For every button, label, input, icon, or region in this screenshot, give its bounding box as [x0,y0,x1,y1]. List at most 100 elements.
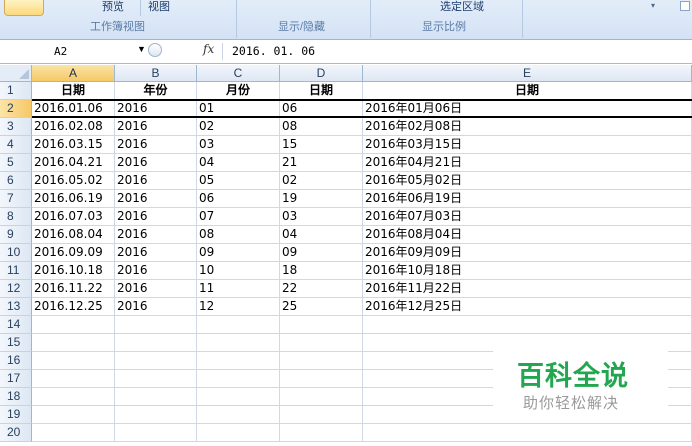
cancel-circle-icon[interactable] [148,43,162,57]
cell-c19[interactable] [197,406,280,424]
row-header-6[interactable]: 6 [0,172,32,190]
row-header-9[interactable]: 9 [0,226,32,244]
cell-a11[interactable]: 2016.10.18 [32,262,115,280]
cell-a17[interactable] [32,370,115,388]
column-header-b[interactable]: B [115,65,197,82]
cell-a3[interactable]: 2016.02.08 [32,118,115,136]
cell-a15[interactable] [32,334,115,352]
cell-d20[interactable] [280,424,363,442]
column-header-e[interactable]: E [363,65,692,82]
cell-a14[interactable] [32,316,115,334]
cell-a18[interactable] [32,388,115,406]
cell-a6[interactable]: 2016.05.02 [32,172,115,190]
cell-a8[interactable]: 2016.07.03 [32,208,115,226]
cell-d1[interactable]: 日期 [280,82,363,100]
cell-b12[interactable]: 2016 [115,280,197,298]
row-header-13[interactable]: 13 [0,298,32,316]
cell-d6[interactable]: 02 [280,172,363,190]
cell-c13[interactable]: 12 [197,298,280,316]
cell-c9[interactable]: 08 [197,226,280,244]
cell-a4[interactable]: 2016.03.15 [32,136,115,154]
column-header-c[interactable]: C [197,65,280,82]
chevron-down-icon[interactable]: ▾ [651,1,655,10]
cell-e4[interactable]: 2016年03月15日 [363,136,692,154]
chevron-down-icon[interactable]: ▼ [137,44,146,54]
cell-b3[interactable]: 2016 [115,118,197,136]
cell-d8[interactable]: 03 [280,208,363,226]
cell-e12[interactable]: 2016年11月22日 [363,280,692,298]
cell-d5[interactable]: 21 [280,154,363,172]
cell-b18[interactable] [115,388,197,406]
cell-c10[interactable]: 09 [197,244,280,262]
ribbon-label-preview[interactable]: 预览 [102,0,124,14]
row-header-7[interactable]: 7 [0,190,32,208]
cell-c17[interactable] [197,370,280,388]
cell-c12[interactable]: 11 [197,280,280,298]
cell-b9[interactable]: 2016 [115,226,197,244]
cell-a12[interactable]: 2016.11.22 [32,280,115,298]
cell-d18[interactable] [280,388,363,406]
cell-d11[interactable]: 18 [280,262,363,280]
cell-b6[interactable]: 2016 [115,172,197,190]
cell-c16[interactable] [197,352,280,370]
cell-c15[interactable] [197,334,280,352]
cell-b16[interactable] [115,352,197,370]
cell-b5[interactable]: 2016 [115,154,197,172]
cell-e10[interactable]: 2016年09月09日 [363,244,692,262]
row-header-3[interactable]: 3 [0,118,32,136]
cell-d19[interactable] [280,406,363,424]
column-header-d[interactable]: D [280,65,363,82]
ribbon-label-view[interactable]: 视图 [148,0,170,14]
cell-c20[interactable] [197,424,280,442]
cell-c6[interactable]: 05 [197,172,280,190]
cell-d3[interactable]: 08 [280,118,363,136]
cell-d16[interactable] [280,352,363,370]
row-header-8[interactable]: 8 [0,208,32,226]
cell-c1[interactable]: 月份 [197,82,280,100]
cell-e14[interactable] [363,316,692,334]
row-header-14[interactable]: 14 [0,316,32,334]
cell-c8[interactable]: 07 [197,208,280,226]
cell-b19[interactable] [115,406,197,424]
cell-e5[interactable]: 2016年04月21日 [363,154,692,172]
row-header-1[interactable]: 1 [0,82,32,100]
insert-function-icon[interactable]: fx [203,42,214,56]
row-header-19[interactable]: 19 [0,406,32,424]
cell-b17[interactable] [115,370,197,388]
cell-c5[interactable]: 04 [197,154,280,172]
cell-b4[interactable]: 2016 [115,136,197,154]
cell-e6[interactable]: 2016年05月02日 [363,172,692,190]
cell-e1[interactable]: 日期 [363,82,692,100]
row-header-18[interactable]: 18 [0,388,32,406]
checkbox-icon[interactable] [680,1,690,11]
cell-b1[interactable]: 年份 [115,82,197,100]
cell-b13[interactable]: 2016 [115,298,197,316]
cell-d12[interactable]: 22 [280,280,363,298]
cell-e13[interactable]: 2016年12月25日 [363,298,692,316]
cell-b7[interactable]: 2016 [115,190,197,208]
cell-c7[interactable]: 06 [197,190,280,208]
cell-a7[interactable]: 2016.06.19 [32,190,115,208]
cell-a19[interactable] [32,406,115,424]
cell-b15[interactable] [115,334,197,352]
cell-d13[interactable]: 25 [280,298,363,316]
row-header-15[interactable]: 15 [0,334,32,352]
cell-b8[interactable]: 2016 [115,208,197,226]
cell-d7[interactable]: 19 [280,190,363,208]
ribbon-label-selection[interactable]: 选定区域 [440,0,484,14]
cell-d4[interactable]: 15 [280,136,363,154]
cell-a16[interactable] [32,352,115,370]
cell-d15[interactable] [280,334,363,352]
cell-d10[interactable]: 09 [280,244,363,262]
row-header-11[interactable]: 11 [0,262,32,280]
cell-e9[interactable]: 2016年08月04日 [363,226,692,244]
cell-b14[interactable] [115,316,197,334]
cell-a13[interactable]: 2016.12.25 [32,298,115,316]
cell-e7[interactable]: 2016年06月19日 [363,190,692,208]
formula-input[interactable]: 2016. 01. 06 [232,44,315,58]
cell-e8[interactable]: 2016年07月03日 [363,208,692,226]
select-all-button[interactable] [0,65,32,82]
cell-a5[interactable]: 2016.04.21 [32,154,115,172]
ribbon-button-highlighted[interactable] [4,0,44,16]
cell-b20[interactable] [115,424,197,442]
